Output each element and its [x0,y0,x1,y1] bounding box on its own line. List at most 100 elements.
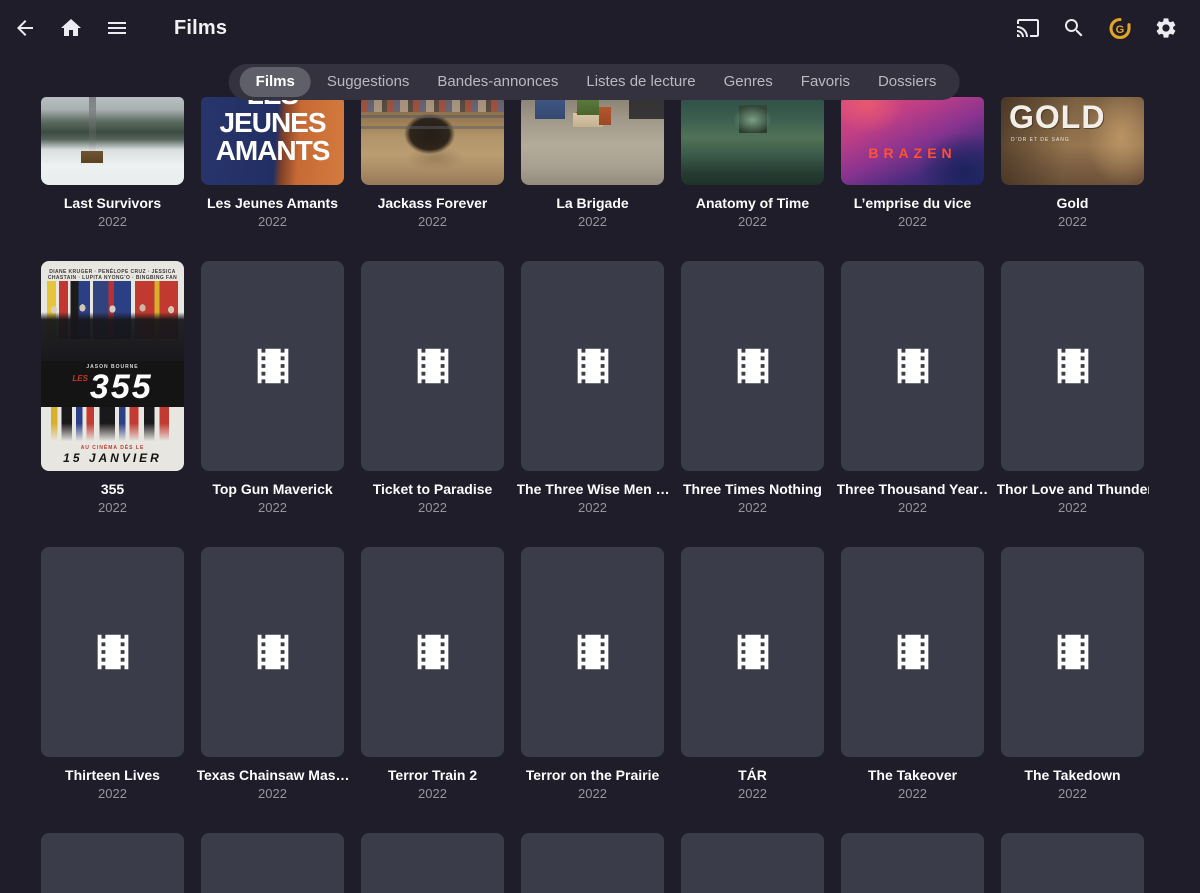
movie-poster-placeholder [681,547,824,757]
settings-button[interactable] [1154,16,1178,40]
movie-year: 2022 [898,500,927,516]
movie-poster-placeholder [841,833,984,893]
movie-card[interactable]: BRAZEN L’emprise du vice 2022 [841,97,984,230]
movie-card[interactable]: LES JEUNES AMANTS Les Jeunes Amants 2022 [201,97,344,230]
movie-card[interactable]: Last Survivors 2022 [41,97,184,230]
search-button[interactable] [1062,16,1086,40]
poster-actor-names: DIANE KRUGER · PENÉLOPE CRUZ · JESSICA C… [45,269,180,281]
movie-poster-placeholder [1001,547,1144,757]
tab-bandes-annonces[interactable]: Bandes-annonces [423,64,572,100]
filmstrip-icon [730,343,776,389]
movie-year: 2022 [578,214,607,230]
movie-year: 2022 [98,214,127,230]
movie-card[interactable]: Anatomy of Time 2022 [681,97,824,230]
filmstrip-icon [730,629,776,675]
movie-card[interactable]: Thirteen Lives 2022 [41,547,184,802]
movie-title: Top Gun Maverick [212,480,332,498]
movie-card[interactable] [41,833,184,893]
poster-paint-streaks [47,407,178,443]
movie-title: Jackass Forever [378,194,488,212]
movie-poster: BRAZEN [841,97,984,185]
menu-button[interactable] [105,16,129,40]
movie-year: 2022 [98,500,127,516]
user-logo-g-icon: G [1108,15,1132,42]
movie-title: Les Jeunes Amants [207,194,338,212]
grid-row-4 [0,833,1200,893]
movie-title: The Takedown [1024,766,1120,784]
movie-poster-placeholder [201,547,344,757]
cast-button[interactable] [1016,16,1040,40]
filmstrip-icon [890,629,936,675]
movie-poster: DIANE KRUGER · PENÉLOPE CRUZ · JESSICA C… [41,261,184,471]
movie-card[interactable]: Three Times Nothing 2022 [681,261,824,516]
search-icon [1062,16,1086,40]
filmstrip-icon [410,629,456,675]
tab-favoris[interactable]: Favoris [787,64,864,100]
movie-title: Texas Chainsaw Mas… [197,766,349,784]
movie-title: Thirteen Lives [65,766,160,784]
movie-card[interactable]: Terror on the Prairie 2022 [521,547,664,802]
movie-poster-placeholder [361,261,504,471]
tab-films[interactable]: Films [240,67,311,97]
movie-card[interactable] [361,833,504,893]
movie-poster-placeholder [41,547,184,757]
tab-listes-de-lecture[interactable]: Listes de lecture [572,64,709,100]
movie-card[interactable] [841,833,984,893]
movie-title: L’emprise du vice [854,194,972,212]
movie-title: The Three Wise Men … [517,480,669,498]
movie-poster-placeholder [841,547,984,757]
poster-text: GOLD [1009,99,1105,136]
user-avatar-button[interactable]: G [1108,16,1132,40]
movie-title: The Takeover [868,766,957,784]
movie-card[interactable] [1001,833,1144,893]
movie-year: 2022 [418,500,447,516]
page-title: Films [174,17,227,40]
cast-icon [1016,16,1040,40]
filmstrip-icon [90,629,136,675]
movie-poster-placeholder [521,547,664,757]
movie-card[interactable]: TÁR 2022 [681,547,824,802]
poster-subtext: D’OR ET DE SANG [1011,137,1070,143]
movie-card[interactable]: La Brigade 2022 [521,97,664,230]
movie-card[interactable] [201,833,344,893]
movie-card[interactable]: The Three Wise Men … 2022 [521,261,664,516]
tab-genres[interactable]: Genres [710,64,787,100]
library-tabs: Films Suggestions Bandes-annonces Listes… [229,64,960,100]
movie-card[interactable]: The Takeover 2022 [841,547,984,802]
movie-year: 2022 [738,786,767,802]
movie-year: 2022 [258,500,287,516]
back-icon [13,16,37,40]
movie-card[interactable] [681,833,824,893]
movie-poster-placeholder [201,833,344,893]
back-button[interactable] [13,16,37,40]
movie-card[interactable]: The Takedown 2022 [1001,547,1144,802]
grid-row-1: Last Survivors 2022 LES JEUNES AMANTS Le… [0,97,1200,230]
movie-grid: Last Survivors 2022 LES JEUNES AMANTS Le… [0,97,1200,893]
movie-card[interactable]: Ticket to Paradise 2022 [361,261,504,516]
movie-card[interactable]: GOLD D’OR ET DE SANG Gold 2022 [1001,97,1144,230]
movie-card[interactable] [521,833,664,893]
movie-card[interactable]: Texas Chainsaw Mas… 2022 [201,547,344,802]
poster-title-band: JASON BOURNE LES 355 [41,361,184,407]
home-icon [59,16,83,40]
movie-year: 2022 [578,500,607,516]
grid-row-3: Thirteen Lives 2022 Texas Chainsaw Mas… … [0,547,1200,802]
movie-poster [41,97,184,185]
movie-title: Ticket to Paradise [373,480,493,498]
movie-card[interactable]: Thor Love and Thunder 2022 [1001,261,1144,516]
tab-dossiers[interactable]: Dossiers [864,64,950,100]
movie-card[interactable]: DIANE KRUGER · PENÉLOPE CRUZ · JESSICA C… [41,261,184,516]
movie-title: TÁR [738,766,767,784]
movie-poster [361,97,504,185]
tab-suggestions[interactable]: Suggestions [313,64,424,100]
movie-card[interactable]: Top Gun Maverick 2022 [201,261,344,516]
movie-year: 2022 [258,214,287,230]
movie-card[interactable]: Jackass Forever 2022 [361,97,504,230]
movie-card[interactable]: Three Thousand Year… 2022 [841,261,984,516]
svg-text:G: G [1116,23,1125,35]
movie-title: Terror on the Prairie [526,766,660,784]
movie-poster-placeholder [1001,833,1144,893]
movie-card[interactable]: Terror Train 2 2022 [361,547,504,802]
poster-release-date: AU CINÉMA DÈS LE 15 JANVIER [41,445,184,465]
home-button[interactable] [59,16,83,40]
